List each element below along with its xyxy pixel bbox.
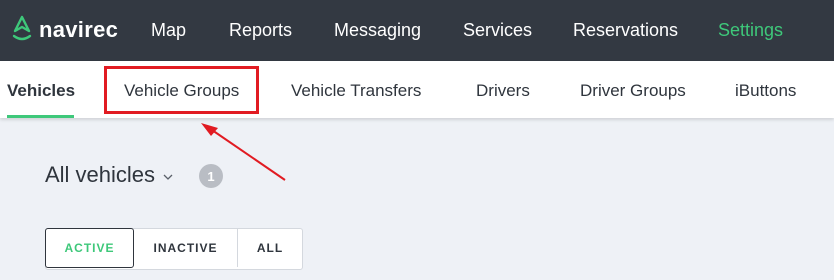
tab-drivers[interactable]: Drivers — [476, 81, 530, 101]
navirec-pin-icon — [12, 15, 32, 41]
tab-vehicle-transfers[interactable]: Vehicle Transfers — [291, 81, 421, 101]
active-tab-indicator — [7, 115, 74, 118]
top-navigation-bar: navirec Map Reports Messaging Services R… — [0, 0, 834, 61]
settings-tab-bar: Vehicles Vehicle Groups Vehicle Transfer… — [0, 61, 834, 118]
chevron-down-icon — [163, 174, 173, 180]
filter-inactive-button[interactable]: INACTIVE — [134, 229, 238, 267]
topnav-item-settings[interactable]: Settings — [718, 19, 783, 41]
count-badge: 1 — [199, 164, 223, 188]
vehicle-filter-dropdown[interactable]: All vehicles — [45, 162, 173, 188]
brand-name: navirec — [39, 17, 119, 42]
topnav-item-map[interactable]: Map — [151, 19, 186, 41]
tab-vehicles[interactable]: Vehicles — [7, 81, 75, 101]
status-filter-group: ACTIVE INACTIVE ALL — [45, 228, 303, 270]
tab-ibuttons[interactable]: iButtons — [735, 81, 796, 101]
tab-driver-groups[interactable]: Driver Groups — [580, 81, 686, 101]
filter-active-button[interactable]: ACTIVE — [45, 228, 134, 268]
topnav-item-messaging[interactable]: Messaging — [334, 19, 421, 41]
page-title: All vehicles — [45, 162, 156, 187]
topnav-item-reservations[interactable]: Reservations — [573, 19, 678, 41]
filter-all-button[interactable]: ALL — [238, 229, 302, 267]
brand-logo[interactable]: navirec — [12, 14, 118, 46]
tab-vehicle-groups[interactable]: Vehicle Groups — [124, 81, 239, 101]
topnav-item-services[interactable]: Services — [463, 19, 532, 41]
topnav-item-reports[interactable]: Reports — [229, 19, 292, 41]
